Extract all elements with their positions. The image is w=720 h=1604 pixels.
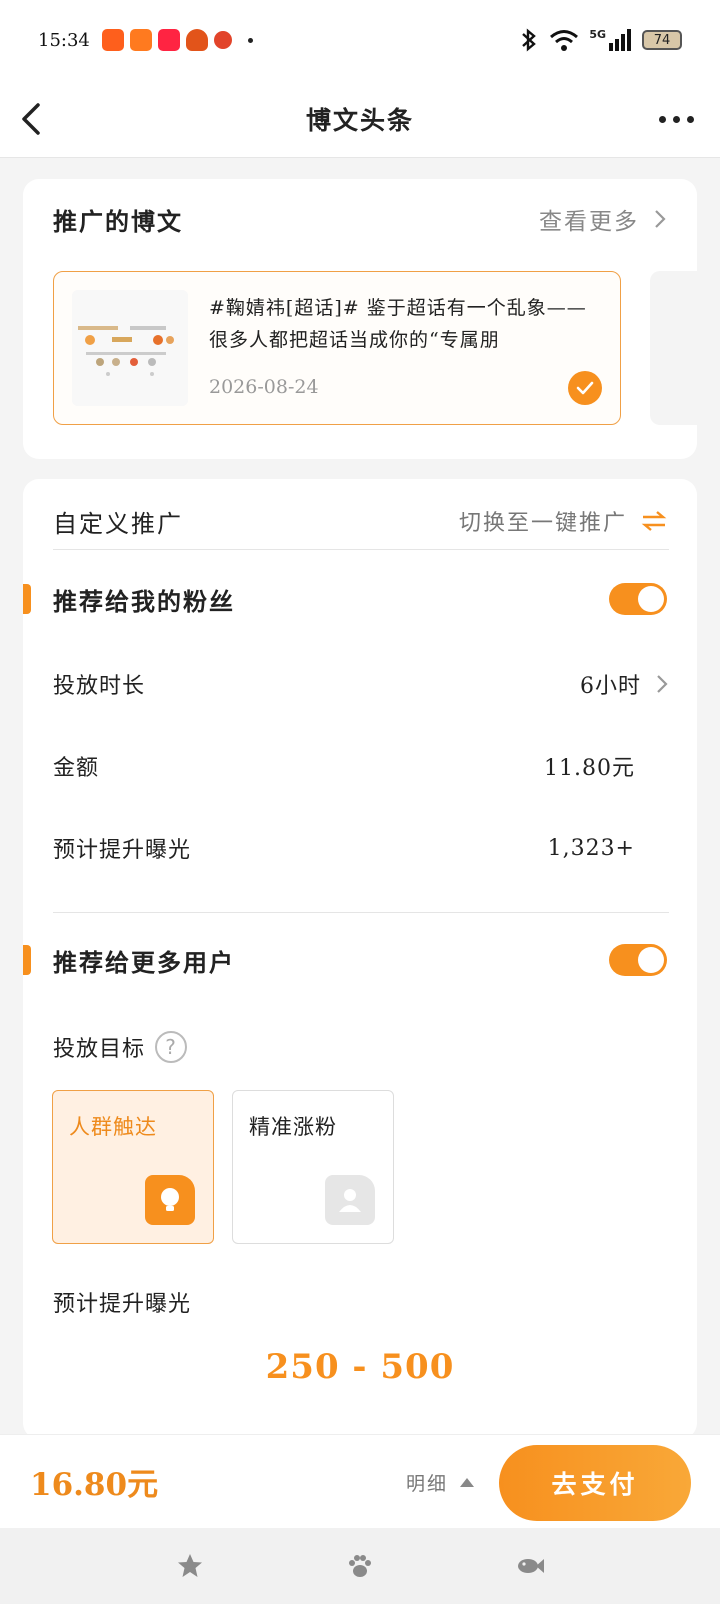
signal-icon bbox=[609, 29, 631, 51]
amount-value: 11.80元 bbox=[544, 756, 635, 781]
back-icon[interactable] bbox=[18, 102, 48, 136]
fans-exposure-row: 预计提升曝光 1,323+ bbox=[53, 823, 669, 873]
next-post-preview[interactable] bbox=[650, 271, 697, 425]
promoted-post-header: 推广的博文 查看更多 bbox=[23, 179, 697, 259]
chevron-right-icon bbox=[655, 210, 666, 228]
switch-one-click-button[interactable]: 切换至一键推广 bbox=[459, 505, 667, 537]
selected-check-icon bbox=[568, 371, 602, 405]
chevron-right-icon bbox=[657, 675, 668, 693]
total-amount: 16.80元 bbox=[30, 1467, 159, 1503]
user-icon bbox=[325, 1175, 375, 1225]
pay-button[interactable]: 去支付 bbox=[499, 1445, 691, 1521]
duration-value-wrap: 6小时 bbox=[580, 668, 669, 700]
xiaohongshu-app-icon bbox=[157, 29, 180, 51]
target-option-reach[interactable]: 人群触达 bbox=[52, 1090, 214, 1244]
target-row: 投放目标 ? bbox=[53, 1022, 669, 1072]
divider bbox=[53, 912, 669, 913]
custom-promotion-title: 自定义推广 bbox=[53, 509, 183, 538]
section-marker bbox=[23, 945, 31, 975]
post-date: 2026-08-24 bbox=[209, 376, 319, 398]
wifi-icon bbox=[550, 30, 579, 51]
duration-label: 投放时长 bbox=[53, 674, 146, 699]
more-users-exposure-value: 250 - 500 bbox=[265, 1347, 455, 1387]
more-users-toggle[interactable] bbox=[609, 944, 667, 976]
kuaishou-lite-app-icon bbox=[129, 29, 152, 51]
more-users-exposure-row: 预计提升曝光 bbox=[53, 1277, 669, 1327]
target-option-label: 精准涨粉 bbox=[249, 1115, 337, 1139]
more-users-section-header: 推荐给更多用户 bbox=[23, 930, 697, 990]
fans-exposure-label: 预计提升曝光 bbox=[53, 838, 192, 863]
duration-value: 6小时 bbox=[580, 674, 641, 699]
view-more-link[interactable]: 查看更多 bbox=[539, 202, 667, 236]
amount-label: 金额 bbox=[53, 756, 100, 781]
custom-promotion-card: 自定义推广 切换至一键推广 推荐给我的粉丝 投放时长 6小时 金额 11.80元… bbox=[23, 479, 697, 1439]
fans-section-header: 推荐给我的粉丝 bbox=[23, 569, 697, 629]
detail-button[interactable]: 明细 bbox=[406, 1469, 475, 1496]
more-users-section-title: 推荐给更多用户 bbox=[53, 947, 235, 977]
lightbulb-icon bbox=[145, 1175, 195, 1225]
notification-icons bbox=[101, 29, 253, 51]
post-thumbnail bbox=[72, 290, 188, 406]
view-more-label: 查看更多 bbox=[539, 209, 639, 235]
post-thumbnail-image bbox=[72, 290, 188, 406]
post-text: #鞠婧祎[超话]# 鉴于超话有一个乱象——很多人都把超话当成你的“专属朋 bbox=[209, 297, 587, 351]
help-icon[interactable]: ? bbox=[155, 1031, 188, 1063]
section-marker bbox=[23, 584, 31, 614]
more-options-icon[interactable] bbox=[659, 116, 694, 123]
detail-label: 明细 bbox=[406, 1473, 449, 1495]
caret-up-icon bbox=[460, 1478, 475, 1487]
fans-section-title: 推荐给我的粉丝 bbox=[53, 586, 235, 616]
custom-promotion-header: 自定义推广 切换至一键推广 bbox=[23, 479, 697, 563]
more-users-exposure-label: 预计提升曝光 bbox=[53, 1292, 192, 1317]
more-notifications-dot bbox=[247, 37, 253, 43]
system-nav-bar bbox=[0, 1528, 720, 1604]
fish-nav-icon[interactable] bbox=[515, 1551, 545, 1581]
battery-level: 74 bbox=[653, 32, 671, 48]
tomato-app-icon bbox=[213, 31, 232, 49]
promoted-post-title: 推广的博文 bbox=[53, 206, 183, 236]
target-option-label: 人群触达 bbox=[69, 1115, 157, 1139]
battery-icon: 74 bbox=[642, 30, 682, 50]
paw-nav-icon[interactable] bbox=[345, 1551, 375, 1581]
selected-post[interactable]: #鞠婧祎[超话]# 鉴于超话有一个乱象——很多人都把超话当成你的“专属朋 202… bbox=[53, 271, 621, 425]
network-type: 5G bbox=[589, 27, 606, 41]
target-option-fans[interactable]: 精准涨粉 bbox=[232, 1090, 394, 1244]
fans-exposure-value: 1,323+ bbox=[547, 835, 635, 861]
page-title: 博文头条 bbox=[305, 105, 414, 135]
payment-bar: 16.80元 明细 去支付 bbox=[0, 1434, 720, 1528]
star-nav-icon[interactable] bbox=[175, 1551, 205, 1581]
status-time: 15:34 bbox=[38, 29, 90, 51]
pumpkin-app-icon bbox=[185, 29, 208, 51]
duration-row[interactable]: 投放时长 6小时 bbox=[53, 659, 669, 709]
target-label: 投放目标 bbox=[53, 1037, 146, 1062]
status-indicators: 5G 74 bbox=[519, 28, 682, 52]
divider bbox=[53, 549, 669, 550]
nav-bar: 博文头条 bbox=[0, 80, 720, 158]
switch-one-click-label: 切换至一键推广 bbox=[458, 511, 627, 536]
bluetooth-icon bbox=[522, 28, 537, 52]
swap-icon bbox=[641, 511, 667, 531]
amount-row: 金额 11.80元 bbox=[53, 741, 669, 791]
kuaishou-app-icon bbox=[101, 29, 124, 51]
promoted-post-card: 推广的博文 查看更多 #鞠婧祎[超话]# 鉴于超话有一个乱象——很多人都把超话当… bbox=[23, 179, 697, 459]
fans-toggle[interactable] bbox=[609, 583, 667, 615]
status-bar: 15:34 5G 74 bbox=[0, 0, 720, 80]
